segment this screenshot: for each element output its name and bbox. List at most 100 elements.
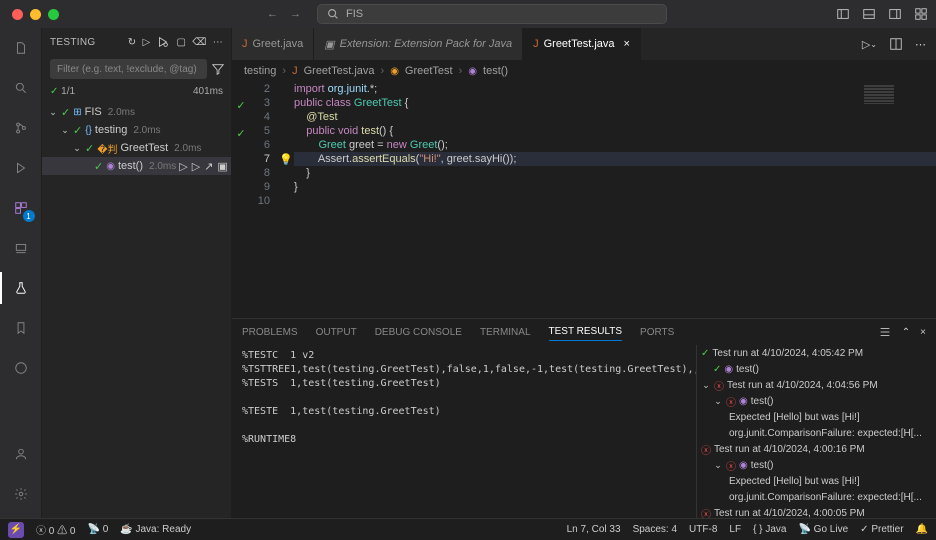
status-language[interactable]: { } Java: [753, 524, 786, 535]
minimap[interactable]: [864, 84, 924, 104]
editor-tabs: JGreet.java ▣Extension: Extension Pack f…: [232, 28, 936, 60]
layout-secondary-icon[interactable]: [888, 7, 902, 21]
run-message[interactable]: Expected [Hello] but was [Hi!]: [697, 409, 936, 425]
debug-test-icon[interactable]: ▷: [192, 160, 200, 173]
split-editor-icon[interactable]: [889, 37, 903, 51]
class-icon: �判: [97, 141, 117, 156]
run-message[interactable]: Expected [Hello] but was [Hi!]: [697, 473, 936, 489]
extensions-icon[interactable]: 1: [9, 196, 33, 220]
activity-bar: 1: [0, 28, 42, 518]
status-prettier[interactable]: ✓ Prettier: [860, 524, 903, 535]
maximize-window[interactable]: [48, 9, 59, 20]
status-position[interactable]: Ln 7, Col 33: [567, 524, 621, 535]
source-control-icon[interactable]: [9, 116, 33, 140]
customize-layout-icon[interactable]: [914, 7, 928, 21]
pass-gutter-icon[interactable]: ✓: [236, 127, 245, 140]
pass-gutter-icon[interactable]: ✓: [236, 99, 245, 112]
test-run-row[interactable]: ⓧTest run at 4/10/2024, 4:00:05 PM: [697, 505, 936, 518]
test-result-row[interactable]: ⌄ⓧ◉test(): [697, 393, 936, 409]
run-file-icon[interactable]: ▷⌄: [862, 38, 877, 51]
run-test-icon[interactable]: ▷: [179, 160, 187, 173]
tab-greet[interactable]: JGreet.java: [232, 28, 314, 60]
layout-primary-icon[interactable]: [836, 7, 850, 21]
status-encoding[interactable]: UTF-8: [689, 524, 717, 535]
status-spaces[interactable]: Spaces: 4: [633, 524, 677, 535]
tree-class[interactable]: ⌄ ✓ �判 GreetTest 2.0ms: [42, 139, 231, 157]
clear-results-icon[interactable]: ⌫: [192, 35, 206, 49]
stop-icon[interactable]: ▢: [176, 35, 186, 49]
explorer-icon[interactable]: [9, 36, 33, 60]
search-icon: [326, 7, 340, 21]
test-count: 1/1: [61, 86, 75, 97]
test-result-row[interactable]: ✓◉test(): [697, 361, 936, 377]
run-message[interactable]: org.junit.ComparisonFailure: expected:[H…: [697, 425, 936, 441]
sidebar-title: TESTING: [50, 37, 95, 48]
search-view-icon[interactable]: [9, 76, 33, 100]
test-run-row[interactable]: ⓧTest run at 4/10/2024, 4:00:16 PM: [697, 441, 936, 457]
panel-tab-debug[interactable]: DEBUG CONSOLE: [375, 324, 462, 341]
panel-tab-output[interactable]: OUTPUT: [316, 324, 357, 341]
testing-icon[interactable]: [9, 276, 33, 300]
status-ports[interactable]: 📡 0: [87, 524, 108, 535]
command-center[interactable]: FIS: [317, 4, 667, 24]
tab-extension[interactable]: ▣Extension: Extension Pack for Java: [314, 28, 523, 60]
run-debug-icon[interactable]: [9, 156, 33, 180]
remote-indicator[interactable]: ⚡: [8, 522, 24, 538]
status-golive[interactable]: 📡 Go Live: [798, 524, 848, 535]
java-file-icon: J: [533, 38, 539, 50]
more-actions-icon[interactable]: ⋯: [213, 35, 223, 49]
testing-sidebar: TESTING ↻ ▷ ▢ ⌫ ⋯ Filter (e.g. text, !ex…: [42, 28, 232, 518]
nav-forward-icon[interactable]: →: [290, 8, 301, 20]
bookmarks-icon[interactable]: [9, 316, 33, 340]
accounts-icon[interactable]: [9, 442, 33, 466]
title-bar: ← → FIS: [0, 0, 936, 28]
tab-greettest[interactable]: JGreetTest.java×: [523, 28, 641, 60]
settings-gear-icon[interactable]: [9, 482, 33, 506]
status-bar: ⚡ ⓧ 0 ⚠ 0 📡 0 ☕ Java: Ready Ln 7, Col 33…: [0, 518, 936, 540]
layout-panel-icon[interactable]: [862, 7, 876, 21]
breadcrumbs[interactable]: testing› JGreetTest.java› ◉GreetTest› ◉t…: [232, 60, 936, 82]
remote-icon[interactable]: [9, 236, 33, 260]
namespace-icon: {}: [85, 125, 92, 136]
pass-icon: ✓: [713, 364, 721, 375]
test-run-row[interactable]: ⌄ⓧTest run at 4/10/2024, 4:04:56 PM: [697, 377, 936, 393]
tree-root[interactable]: ⌄ ✓ ⊞ FIS 2.0ms: [42, 103, 231, 121]
panel-list-icon[interactable]: [878, 325, 892, 339]
code-editor[interactable]: ✓✓ 2345678910 💡 import org.junit.*; publ…: [232, 82, 936, 318]
workspace-icon: ⊞: [73, 107, 81, 118]
panel-tab-terminal[interactable]: TERMINAL: [480, 324, 531, 341]
filter-input[interactable]: Filter (e.g. text, !exclude, @tag): [50, 59, 207, 79]
minimize-window[interactable]: [30, 9, 41, 20]
coverage-icon[interactable]: ▣: [217, 160, 227, 173]
filter-icon[interactable]: [211, 62, 225, 76]
test-result-row[interactable]: ⌄ⓧ◉test(): [697, 457, 936, 473]
status-java[interactable]: ☕ Java: Ready: [120, 524, 191, 535]
more-editor-icon[interactable]: ⋯: [915, 38, 926, 51]
chevron-down-icon: ⌄: [60, 125, 70, 136]
status-eol[interactable]: LF: [729, 524, 741, 535]
panel-close-icon[interactable]: ×: [920, 325, 926, 339]
panel-tab-problems[interactable]: PROBLEMS: [242, 324, 298, 341]
status-problems[interactable]: ⓧ 0 ⚠ 0: [36, 522, 75, 537]
panel-tab-results[interactable]: TEST RESULTS: [549, 323, 623, 341]
run-message[interactable]: org.junit.ComparisonFailure: expected:[H…: [697, 489, 936, 505]
panel-maximize-icon[interactable]: ⌃: [902, 325, 910, 339]
test-run-row[interactable]: ✓Test run at 4/10/2024, 4:05:42 PM: [697, 345, 936, 361]
run-all-icon[interactable]: ▷: [142, 35, 150, 49]
test-output[interactable]: %TESTC 1 v2 %TSTTREE1,test(testing.Greet…: [232, 345, 696, 518]
pass-icon: ✓: [94, 160, 103, 173]
refresh-icon[interactable]: ↻: [128, 35, 137, 49]
github-icon[interactable]: [9, 356, 33, 380]
extension-icon: ▣: [324, 38, 334, 51]
status-bell-icon[interactable]: 🔔: [916, 524, 928, 535]
test-runs-list: ✓Test run at 4/10/2024, 4:05:42 PM✓◉test…: [696, 345, 936, 518]
close-window[interactable]: [12, 9, 23, 20]
goto-test-icon[interactable]: ↗: [204, 160, 213, 173]
debug-all-icon[interactable]: [156, 35, 170, 49]
lightbulb-icon[interactable]: 💡: [279, 153, 293, 166]
tree-package[interactable]: ⌄ ✓ {} testing 2.0ms: [42, 121, 231, 139]
nav-back-icon[interactable]: ←: [267, 8, 278, 20]
tree-method[interactable]: ✓ ◉ test() 2.0ms ▷ ▷ ↗ ▣: [42, 157, 231, 175]
close-tab-icon[interactable]: ×: [624, 38, 630, 50]
panel-tab-ports[interactable]: PORTS: [640, 324, 674, 341]
